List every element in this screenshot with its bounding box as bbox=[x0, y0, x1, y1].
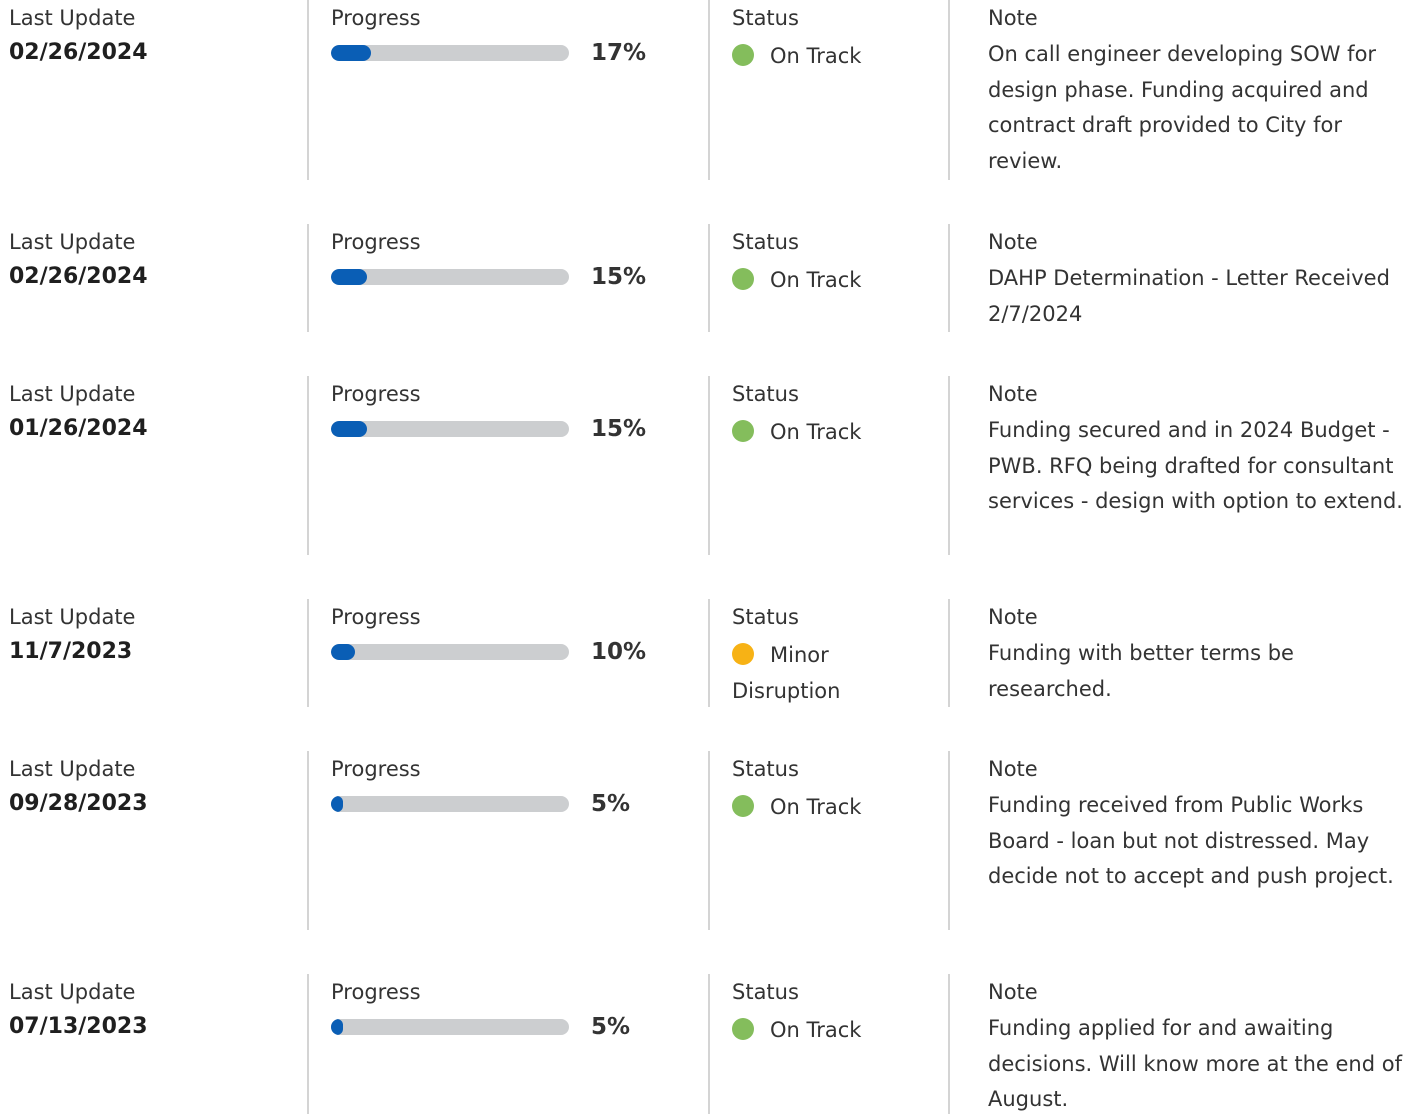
update-date: 02/26/2024 bbox=[9, 264, 148, 289]
status-column: Status On Track bbox=[708, 751, 950, 930]
progress-bar bbox=[331, 796, 569, 812]
note-label: Note bbox=[988, 980, 1038, 1004]
progress-column: Progress 5% bbox=[307, 974, 709, 1114]
note-label: Note bbox=[988, 6, 1038, 30]
progress-bar-fill bbox=[331, 1019, 343, 1035]
note-column: Note Funding received from Public Works … bbox=[948, 751, 1426, 930]
progress-bar-fill bbox=[331, 421, 367, 437]
last-update-label: Last Update bbox=[9, 605, 136, 629]
update-entry: Last Update 01/26/2024 Progress 15% Stat… bbox=[0, 376, 1426, 555]
progress-bar bbox=[331, 644, 569, 660]
note-text: Funding secured and in 2024 Budget - PWB… bbox=[988, 418, 1403, 514]
last-update-label: Last Update bbox=[9, 382, 136, 406]
progress-bar bbox=[331, 1019, 569, 1035]
progress-column: Progress 5% bbox=[307, 751, 709, 930]
update-date: 02/26/2024 bbox=[9, 40, 148, 65]
note-column: Note Funding with better terms be resear… bbox=[948, 599, 1426, 707]
progress-bar bbox=[331, 45, 569, 61]
progress-percent: 10% bbox=[591, 639, 647, 665]
update-date: 09/28/2023 bbox=[9, 791, 148, 816]
status-label: Status bbox=[732, 230, 799, 254]
note-column: Note DAHP Determination - Letter Receive… bbox=[948, 224, 1426, 332]
last-update-label: Last Update bbox=[9, 230, 136, 254]
progress-bar bbox=[331, 269, 569, 285]
update-entry: Last Update 02/26/2024 Progress 15% Stat… bbox=[0, 224, 1426, 332]
status-value: On Track bbox=[770, 1018, 862, 1042]
last-update-label: Last Update bbox=[9, 980, 136, 1004]
status-column: Status Minor Disruption bbox=[708, 599, 950, 707]
update-date: 07/13/2023 bbox=[9, 1014, 148, 1039]
progress-percent: 5% bbox=[591, 1014, 631, 1040]
last-update-label: Last Update bbox=[9, 6, 136, 30]
progress-label: Progress bbox=[331, 605, 421, 629]
progress-bar-fill bbox=[331, 45, 372, 61]
last-update-column: Last Update 11/7/2023 bbox=[9, 599, 299, 707]
update-date: 11/7/2023 bbox=[9, 639, 133, 664]
last-update-label: Last Update bbox=[9, 757, 136, 781]
progress-bar bbox=[331, 421, 569, 437]
status-label: Status bbox=[732, 980, 799, 1004]
status-column: Status On Track bbox=[708, 224, 950, 332]
update-date: 01/26/2024 bbox=[9, 416, 148, 441]
note-column: Note Funding secured and in 2024 Budget … bbox=[948, 376, 1426, 555]
progress-percent: 15% bbox=[591, 416, 647, 442]
status-value: On Track bbox=[770, 420, 862, 444]
update-entry: Last Update 09/28/2023 Progress 5% Statu… bbox=[0, 751, 1426, 930]
status-value: On Track bbox=[770, 268, 862, 292]
last-update-column: Last Update 07/13/2023 bbox=[9, 974, 299, 1114]
status-label: Status bbox=[732, 757, 799, 781]
progress-label: Progress bbox=[331, 6, 421, 30]
note-text: Funding received from Public Works Board… bbox=[988, 793, 1394, 889]
last-update-column: Last Update 02/26/2024 bbox=[9, 0, 299, 180]
progress-column: Progress 17% bbox=[307, 0, 709, 180]
note-text: On call engineer developing SOW for desi… bbox=[988, 42, 1377, 173]
update-entry: Last Update 02/26/2024 Progress 17% Stat… bbox=[0, 0, 1426, 180]
progress-bar-fill bbox=[331, 796, 343, 812]
project-updates-list: Last Update 02/26/2024 Progress 17% Stat… bbox=[0, 0, 1426, 1114]
status-column: Status On Track bbox=[708, 376, 950, 555]
progress-percent: 5% bbox=[591, 791, 631, 817]
progress-label: Progress bbox=[331, 230, 421, 254]
status-label: Status bbox=[732, 6, 799, 30]
progress-column: Progress 10% bbox=[307, 599, 709, 707]
status-column: Status On Track bbox=[708, 974, 950, 1114]
note-label: Note bbox=[988, 757, 1038, 781]
progress-column: Progress 15% bbox=[307, 376, 709, 555]
status-value: On Track bbox=[770, 795, 862, 819]
progress-label: Progress bbox=[331, 980, 421, 1004]
progress-bar-fill bbox=[331, 269, 367, 285]
note-label: Note bbox=[988, 605, 1038, 629]
progress-percent: 15% bbox=[591, 264, 647, 290]
note-text: Funding with better terms be researched. bbox=[988, 641, 1294, 701]
note-text: Funding applied for and awaiting decisio… bbox=[988, 1016, 1402, 1112]
note-label: Note bbox=[988, 230, 1038, 254]
last-update-column: Last Update 09/28/2023 bbox=[9, 751, 299, 930]
note-label: Note bbox=[988, 382, 1038, 406]
progress-label: Progress bbox=[331, 382, 421, 406]
note-text: DAHP Determination - Letter Received 2/7… bbox=[988, 266, 1390, 326]
progress-percent: 17% bbox=[591, 40, 647, 66]
progress-bar-fill bbox=[331, 644, 355, 660]
update-entry: Last Update 07/13/2023 Progress 5% Statu… bbox=[0, 974, 1426, 1114]
status-label: Status bbox=[732, 605, 799, 629]
status-value: On Track bbox=[770, 44, 862, 68]
status-column: Status On Track bbox=[708, 0, 950, 180]
progress-column: Progress 15% bbox=[307, 224, 709, 332]
last-update-column: Last Update 01/26/2024 bbox=[9, 376, 299, 555]
last-update-column: Last Update 02/26/2024 bbox=[9, 224, 299, 332]
progress-label: Progress bbox=[331, 757, 421, 781]
status-value: Minor Disruption bbox=[732, 643, 841, 703]
note-column: Note On call engineer developing SOW for… bbox=[948, 0, 1426, 180]
update-entry: Last Update 11/7/2023 Progress 10% Statu… bbox=[0, 599, 1426, 707]
note-column: Note Funding applied for and awaiting de… bbox=[948, 974, 1426, 1114]
status-label: Status bbox=[732, 382, 799, 406]
